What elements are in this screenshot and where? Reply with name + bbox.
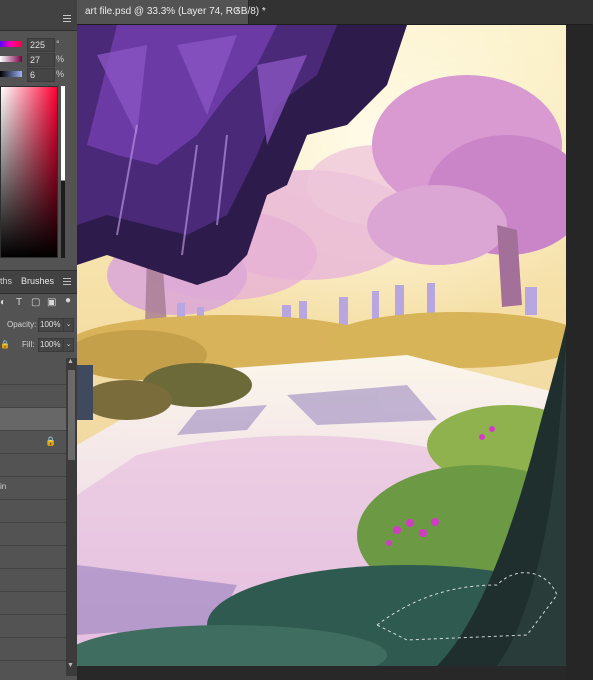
layer-row[interactable]: in: [0, 477, 66, 500]
canvas-area[interactable]: [77, 25, 593, 680]
layer-row[interactable]: 🔒: [0, 431, 66, 454]
scroll-down-arrow-icon[interactable]: ▼: [67, 662, 74, 669]
layer-row[interactable]: [0, 500, 66, 523]
left-panel-column: 225 ° 27 % 6 % ths Brushes ◐ T ▢ ▣ ● Opa…: [0, 0, 77, 680]
smart-object-filter-icon[interactable]: ▣: [47, 298, 56, 308]
adjustment-filter-icon[interactable]: ◐: [0, 298, 6, 308]
brightness-slider-track[interactable]: [0, 71, 22, 77]
layers-panel-menu-icon[interactable]: [63, 278, 71, 286]
opacity-label: Opacity:: [7, 320, 37, 329]
layer-row[interactable]: [0, 385, 66, 408]
saturation-value-input[interactable]: 27: [27, 53, 55, 67]
canvas-right-margin: [566, 25, 593, 680]
hue-value-input[interactable]: 225: [27, 38, 55, 52]
fill-dropdown[interactable]: ⌄: [63, 338, 74, 352]
layer-row[interactable]: [0, 546, 66, 569]
opacity-row: Opacity: 100% ⌄: [0, 317, 77, 333]
opacity-dropdown[interactable]: ⌄: [63, 318, 74, 332]
lock-all-icon[interactable]: 🔒: [0, 340, 10, 349]
brightness-slider-row: 6 %: [0, 68, 77, 82]
layer-row[interactable]: [0, 615, 66, 638]
tab-brushes[interactable]: Brushes: [21, 276, 54, 286]
layer-lock-icon: 🔒: [45, 436, 57, 446]
color-picker-field[interactable]: [0, 86, 58, 258]
layer-row[interactable]: [0, 362, 66, 385]
layer-filter-toolbar: ◐ T ▢ ▣ ●: [0, 293, 77, 313]
scroll-up-arrow-icon[interactable]: ▲: [67, 358, 74, 365]
filter-toggle-icon[interactable]: ●: [65, 296, 71, 306]
panel-menu-icon[interactable]: [63, 15, 71, 23]
document-tab-bar: art file.psd @ 33.3% (Layer 74, RGB/8) *…: [77, 0, 593, 25]
layers-scrollbar[interactable]: ▲ ▼: [66, 358, 77, 676]
fill-row: 🔒 Fill: 100% ⌄: [0, 337, 77, 353]
layer-row[interactable]: [0, 454, 66, 477]
layer-row-selected[interactable]: [0, 408, 66, 431]
brightness-unit: %: [56, 69, 65, 79]
artwork-canvas[interactable]: [77, 25, 566, 666]
saturation-slider-row: 27 %: [0, 53, 77, 67]
scroll-thumb[interactable]: [68, 370, 75, 460]
saturation-slider-track[interactable]: [0, 56, 22, 62]
layer-name-partial: in: [0, 482, 7, 491]
brightness-value-input[interactable]: 6: [27, 68, 55, 82]
saturation-unit: %: [56, 54, 65, 64]
fill-input[interactable]: 100%: [38, 338, 65, 352]
close-icon[interactable]: ×: [235, 5, 241, 16]
layer-row[interactable]: [0, 592, 66, 615]
document-tab[interactable]: art file.psd @ 33.3% (Layer 74, RGB/8) *…: [77, 0, 266, 24]
type-filter-icon[interactable]: T: [16, 298, 22, 308]
color-hue-strip[interactable]: [61, 86, 65, 258]
panel-tab-bar: ths Brushes: [0, 270, 77, 294]
opacity-input[interactable]: 100%: [38, 318, 65, 332]
painting-illustration: [77, 25, 566, 666]
layer-row[interactable]: [0, 569, 66, 592]
hue-unit: °: [56, 39, 60, 49]
hue-slider-row: 225 °: [0, 38, 77, 52]
tab-paths-partial[interactable]: ths: [0, 276, 12, 286]
shape-filter-icon[interactable]: ▢: [31, 298, 40, 308]
fill-label: Fill:: [22, 340, 35, 349]
layer-row[interactable]: [0, 523, 66, 546]
hue-slider-track[interactable]: [0, 41, 22, 47]
layer-row[interactable]: [0, 638, 66, 661]
color-panel-header: [0, 0, 77, 31]
